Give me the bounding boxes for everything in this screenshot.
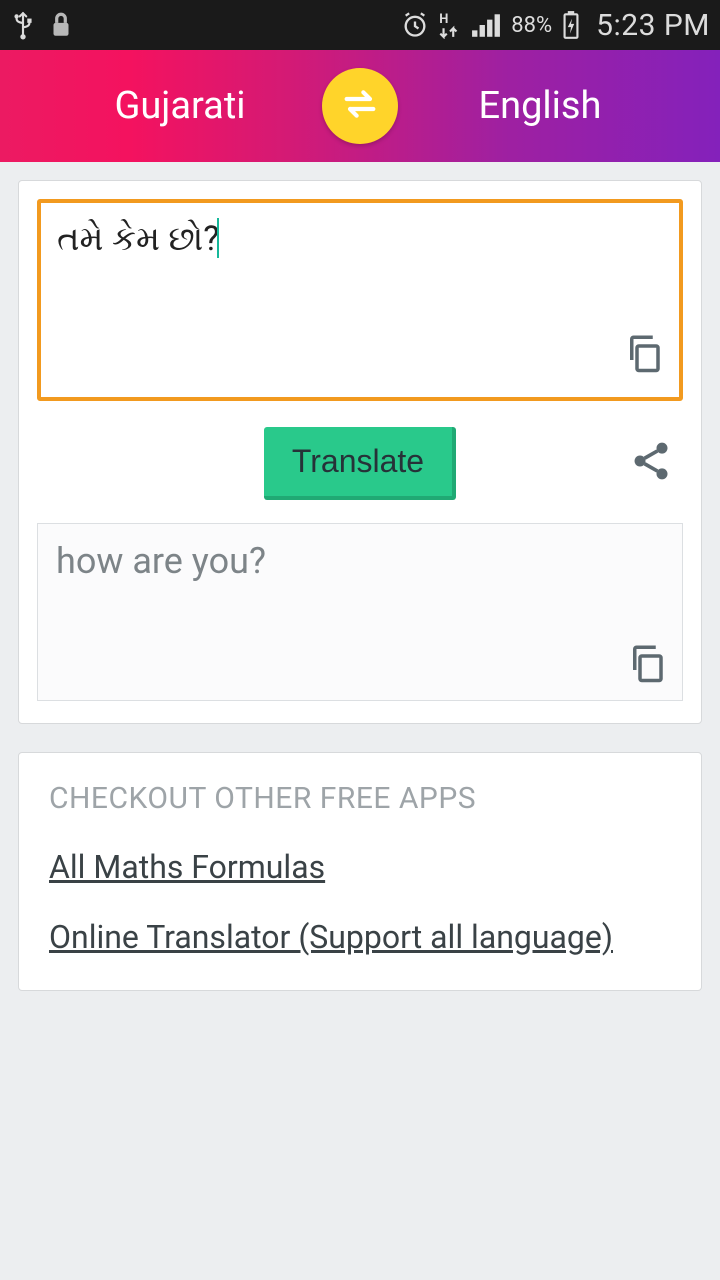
app-link[interactable]: Online Translator (Support all language) (49, 918, 671, 956)
battery-percent: 88% (511, 13, 552, 38)
copy-target-button[interactable] (626, 642, 668, 688)
target-language-label[interactable]: English (360, 84, 720, 128)
data-icon: H (439, 11, 461, 39)
other-apps-title: CHECKOUT OTHER FREE APPS (49, 781, 671, 816)
lock-icon (48, 10, 74, 40)
target-text: how are you? (56, 540, 664, 582)
source-text: તમે કેમ છો? (57, 217, 219, 261)
battery-charging-icon (562, 10, 580, 40)
translator-card: તમે કેમ છો? Translate how are you? (18, 180, 702, 724)
language-header: Gujarati English (0, 50, 720, 162)
swap-icon (340, 84, 380, 128)
copy-source-button[interactable] (623, 332, 665, 385)
usb-icon (10, 10, 36, 40)
swap-languages-button[interactable] (322, 68, 398, 144)
text-cursor (217, 218, 219, 258)
translate-button[interactable]: Translate (264, 427, 456, 500)
alarm-icon (401, 11, 429, 39)
source-language-label[interactable]: Gujarati (0, 84, 360, 128)
share-button[interactable] (629, 439, 673, 487)
source-text-input[interactable]: તમે કેમ છો? (37, 199, 683, 401)
target-text-output: how are you? (37, 523, 683, 701)
android-status-bar: H 88% 5:23 PM (0, 0, 720, 50)
signal-icon (471, 12, 501, 38)
app-link[interactable]: All Maths Formulas (49, 848, 671, 886)
svg-text:H: H (439, 12, 448, 27)
status-clock: 5:23 PM (596, 8, 710, 43)
translate-row: Translate (37, 427, 683, 499)
other-apps-card: CHECKOUT OTHER FREE APPS All Maths Formu… (18, 752, 702, 991)
